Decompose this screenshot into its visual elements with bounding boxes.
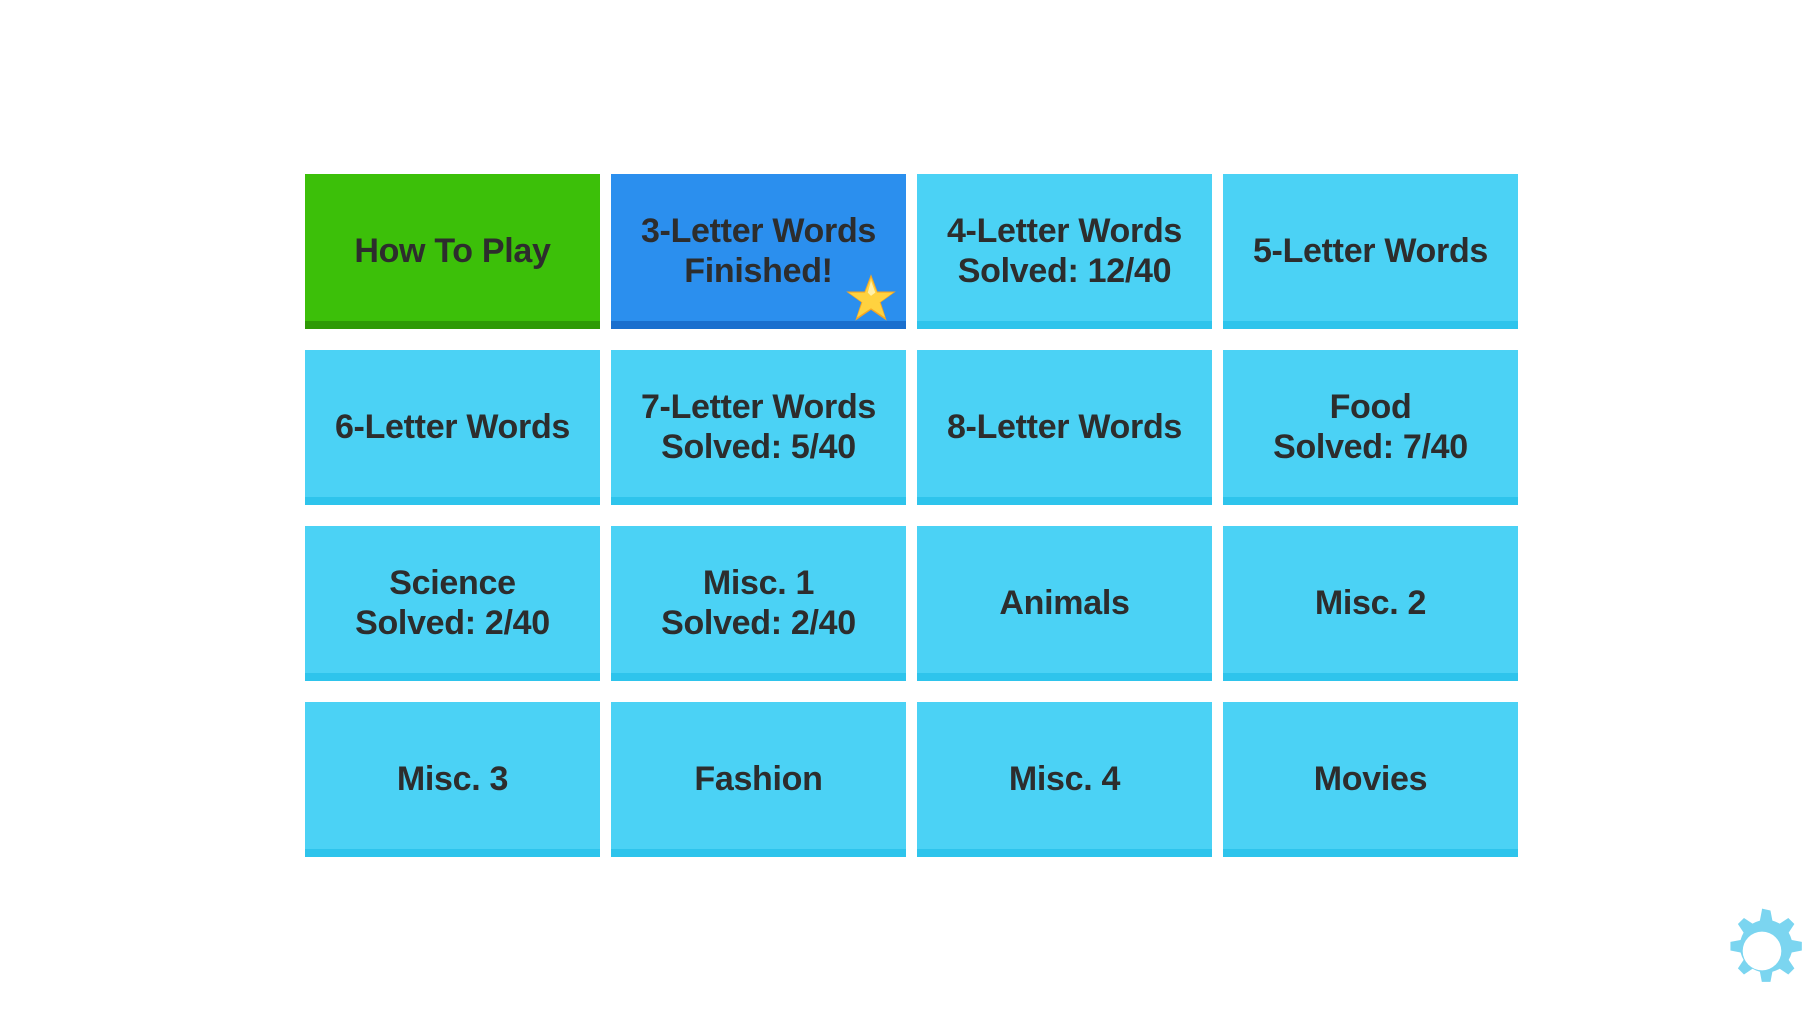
category-tile-6-letter[interactable]: 6-Letter Words [305, 350, 600, 505]
category-tile-misc-1[interactable]: Misc. 1 Solved: 2/40 [611, 526, 906, 681]
tile-title: 3-Letter Words [640, 212, 877, 251]
tile-title: Animals [999, 583, 1130, 622]
tile-title: Fashion [694, 759, 823, 798]
tile-status: Solved: 2/40 [661, 603, 856, 642]
category-tile-food[interactable]: Food Solved: 7/40 [1223, 350, 1518, 505]
tile-title: Misc. 4 [1008, 759, 1121, 798]
tile-title: 5-Letter Words [1252, 231, 1489, 270]
category-grid: How To Play 3-Letter Words Finished! 4-Lett… [305, 174, 1518, 857]
tile-title: How To Play [354, 231, 551, 270]
tile-title: Misc. 1 [702, 564, 815, 603]
tile-title: 4-Letter Words [946, 212, 1183, 251]
tile-status: Solved: 2/40 [355, 603, 550, 642]
tile-title: 6-Letter Words [334, 407, 571, 446]
star-icon [846, 274, 896, 321]
settings-button[interactable] [1716, 905, 1808, 997]
category-tile-misc-3[interactable]: Misc. 3 [305, 702, 600, 857]
category-tile-misc-2[interactable]: Misc. 2 [1223, 526, 1518, 681]
tile-title: Misc. 3 [396, 759, 509, 798]
category-tile-science[interactable]: Science Solved: 2/40 [305, 526, 600, 681]
app-root: How To Play 3-Letter Words Finished! 4-Lett… [0, 0, 1820, 1024]
category-tile-5-letter[interactable]: 5-Letter Words [1223, 174, 1518, 329]
tile-status: Finished! [684, 251, 833, 290]
category-tile-4-letter[interactable]: 4-Letter Words Solved: 12/40 [917, 174, 1212, 329]
category-tile-animals[interactable]: Animals [917, 526, 1212, 681]
tile-title: 8-Letter Words [946, 407, 1183, 446]
tile-title: Misc. 2 [1314, 583, 1427, 622]
tile-status: Solved: 12/40 [957, 251, 1172, 290]
category-tile-8-letter[interactable]: 8-Letter Words [917, 350, 1212, 505]
gear-icon [1730, 908, 1802, 982]
tile-status: Solved: 5/40 [661, 427, 856, 466]
tile-status: Solved: 7/40 [1273, 427, 1468, 466]
category-tile-7-letter[interactable]: 7-Letter Words Solved: 5/40 [611, 350, 906, 505]
category-tile-misc-4[interactable]: Misc. 4 [917, 702, 1212, 857]
category-tile-movies[interactable]: Movies [1223, 702, 1518, 857]
category-tile-3-letter[interactable]: 3-Letter Words Finished! [611, 174, 906, 329]
category-tile-fashion[interactable]: Fashion [611, 702, 906, 857]
tile-title: 7-Letter Words [640, 388, 877, 427]
tile-title: Food [1329, 388, 1412, 427]
tile-title: Movies [1313, 759, 1428, 798]
tile-title: Science [389, 564, 516, 603]
category-tile-how-to-play[interactable]: How To Play [305, 174, 600, 329]
